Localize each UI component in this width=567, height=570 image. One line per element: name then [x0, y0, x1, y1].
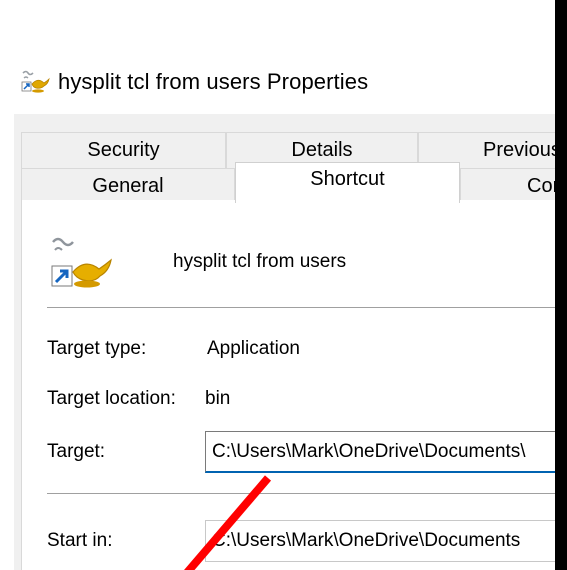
properties-dialog-screenshot: hysplit tcl from users Properties Securi… — [0, 0, 567, 570]
screen-edge — [555, 0, 567, 570]
annotation-line — [184, 475, 272, 570]
red-annotation-arrow — [184, 475, 272, 570]
